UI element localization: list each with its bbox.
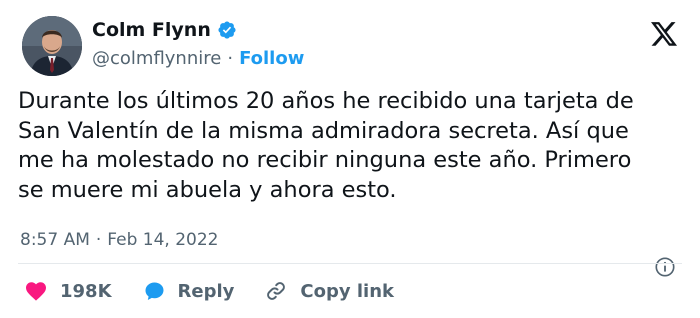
handle[interactable]: @colmflynnire xyxy=(92,48,221,69)
separator-dot: · xyxy=(95,230,102,250)
like-button[interactable]: 198K xyxy=(24,279,112,303)
follow-button[interactable]: Follow xyxy=(239,48,304,69)
like-count: 198K xyxy=(60,280,112,302)
name-row: Colm Flynn xyxy=(92,19,237,41)
reply-button[interactable]: Reply xyxy=(142,279,235,303)
tweet-meta: 8:57 AM · Feb 14, 2022 xyxy=(20,230,219,250)
avatar-image xyxy=(22,16,82,76)
reply-bubble-icon xyxy=(145,282,164,300)
divider xyxy=(18,263,682,264)
avatar[interactable] xyxy=(22,16,82,76)
tweet-date[interactable]: Feb 14, 2022 xyxy=(107,230,218,250)
x-logo-icon[interactable] xyxy=(651,22,678,47)
verified-badge-icon xyxy=(218,21,236,39)
action-bar: 198K Reply Copy link xyxy=(24,276,424,306)
tweet-text: Durante los últimos 20 años he recibido … xyxy=(18,88,634,203)
copy-link-button[interactable]: Copy link xyxy=(264,279,394,303)
tweet-card: Colm Flynn @colmflynnire · Follow Durant… xyxy=(0,0,700,318)
copy-link-label: Copy link xyxy=(300,280,394,302)
reply-label: Reply xyxy=(177,280,235,302)
handle-row: @colmflynnire · Follow xyxy=(92,48,304,69)
link-icon xyxy=(267,282,286,300)
info-icon[interactable] xyxy=(654,256,676,278)
tweet-time[interactable]: 8:57 AM xyxy=(20,230,90,250)
separator-dot: · xyxy=(227,48,234,69)
heart-icon xyxy=(26,282,46,301)
display-name[interactable]: Colm Flynn xyxy=(92,19,211,41)
